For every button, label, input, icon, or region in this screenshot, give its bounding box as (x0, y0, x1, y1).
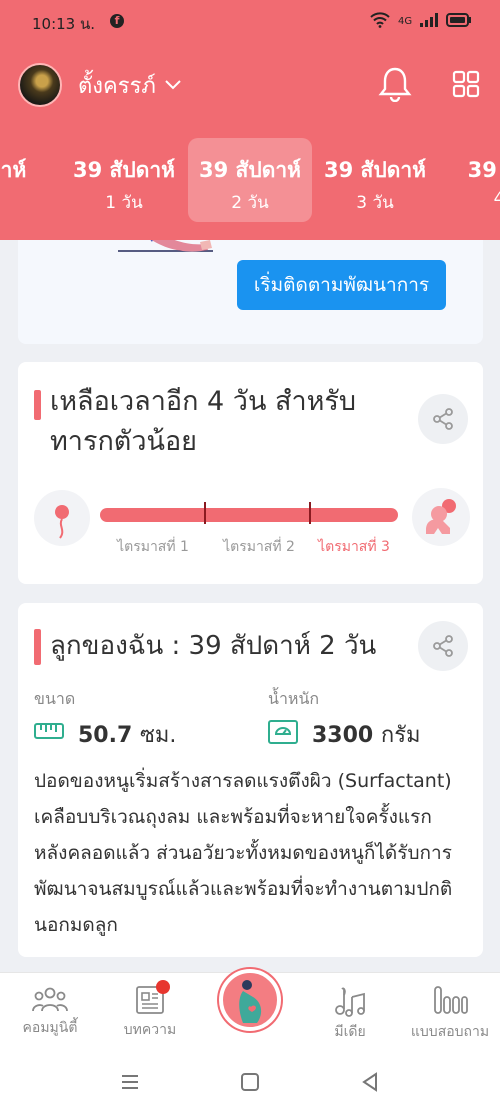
battery-icon (446, 13, 471, 27)
pregnancy-progress-bar (100, 508, 398, 522)
development-card: เริ่มติดตามพัฒนาการ (18, 226, 483, 344)
week-selector[interactable]: ปดาห์ 39 สัปดาห์ 1 วัน 39 สัปดาห์ 2 วัน … (0, 138, 500, 222)
weight-label: น้ำหนัก (268, 689, 320, 708)
development-description: ปอดของหนูเริ่มสร้างสารลดแรงตึงผิว (Surfa… (34, 770, 453, 936)
weight-scale-icon (268, 720, 298, 744)
user-switcher[interactable]: ตั้งครรภ์ (18, 62, 182, 108)
share-icon (433, 408, 453, 430)
baby-info-card: ลูกของฉัน : 39 สัปดาห์ 2 วัน ขนาด 50.7 ซ… (18, 603, 483, 957)
week-tab-day: 1 วัน (105, 193, 143, 213)
share-button[interactable] (418, 394, 468, 444)
volte-icon: 4G (398, 16, 412, 27)
week-tab-label: 39 สัปดาห์ (324, 158, 426, 182)
week-tab-label: 39 สัป (467, 158, 500, 182)
svg-text:4G: 4G (398, 16, 412, 27)
trimester-divider (204, 502, 206, 524)
status-time: 10:13 น. (32, 15, 96, 33)
ruler-icon (34, 723, 64, 739)
weight-number: 3300 (312, 723, 374, 748)
wifi-icon (370, 12, 390, 28)
signal-icon (420, 13, 438, 27)
nav-community-label: คอมมูนิตี้ (22, 1020, 78, 1036)
app-header: 10:13 น. f 4G ตั้งครรภ์ ปดาห์ 39 สัปดาห์… (0, 0, 500, 240)
countdown-card: เหลือเวลาอีก 4 วัน สำหรับทารกตัวน้อย ไตร… (18, 362, 483, 584)
chevron-down-icon[interactable] (164, 79, 182, 91)
share-icon (433, 635, 453, 657)
week-tab-label: 39 สัปดาห์ (73, 158, 175, 182)
pregnant-belly-icon (239, 980, 262, 1023)
weight-unit: กรัม (380, 723, 421, 748)
nav-media[interactable]: มีเดีย (300, 985, 400, 1043)
start-tracking-button[interactable]: เริ่มติดตามพัฒนาการ (237, 260, 446, 310)
nav-quiz-label: แบบสอบถาม (410, 1024, 490, 1040)
week-tab[interactable]: ปดาห์ (0, 138, 62, 222)
back-icon[interactable] (360, 1072, 380, 1092)
sperm-egg-icon (34, 490, 90, 546)
size-unit: ซม. (139, 723, 177, 748)
size-value: 50.7 ซม. (78, 717, 176, 752)
week-tab[interactable]: 39 สัป 4 (437, 138, 500, 222)
trimester-3-label: ไตรมาสที่ 3 (318, 539, 390, 555)
week-tab[interactable]: 39 สัปดาห์ 1 วัน (62, 138, 186, 222)
baby-week-title: ลูกของฉัน : 39 สัปดาห์ 2 วัน (50, 631, 377, 661)
pregnancy-home-button[interactable] (219, 969, 281, 1031)
bottom-navigation: คอมมูนิตี้ บทความ มีเดีย แบบสอบถาม (0, 969, 500, 1054)
size-label: ขนาด (34, 689, 76, 708)
recent-apps-icon[interactable] (120, 1072, 140, 1092)
title-accent-bar (34, 629, 41, 665)
community-icon (32, 987, 68, 1012)
nav-quiz[interactable]: แบบสอบถาม (400, 985, 500, 1043)
share-button[interactable] (418, 621, 468, 671)
trimester-1-label: ไตรมาสที่ 1 (117, 539, 189, 555)
username[interactable]: ตั้งครรภ์ (78, 68, 156, 103)
week-tab-label: 39 สัปดาห์ (199, 158, 301, 182)
nav-community[interactable]: คอมมูนิตี้ (0, 985, 100, 1039)
week-tab-label: ปดาห์ (0, 158, 27, 182)
status-icons: 4G (370, 12, 472, 28)
status-bar: 10:13 น. f 4G (0, 0, 500, 44)
week-tab-selected[interactable]: 39 สัปดาห์ 2 วัน (188, 138, 312, 222)
nav-articles[interactable]: บทความ (100, 980, 200, 1041)
weight-value: 3300 กรัม (312, 717, 421, 752)
trimester-divider (309, 502, 311, 524)
facebook-notification-icon: f (110, 14, 124, 28)
bell-icon[interactable] (378, 66, 412, 102)
system-navigation-bar (0, 1054, 500, 1111)
week-tab-day: 2 วัน (231, 193, 269, 213)
quiz-icon (434, 986, 468, 1014)
size-number: 50.7 (78, 723, 133, 748)
week-tab[interactable]: 39 สัปดาห์ 3 วัน (313, 138, 437, 222)
nav-media-label: มีเดีย (334, 1024, 366, 1040)
music-icon (335, 987, 365, 1017)
countdown-title: เหลือเวลาอีก 4 วัน สำหรับทารกตัวน้อย (50, 386, 357, 457)
title-accent-bar (34, 390, 41, 420)
grid-menu-icon[interactable] (452, 70, 480, 98)
week-tab-day: 4 (493, 189, 500, 209)
week-tab-day: 3 วัน (356, 193, 394, 213)
home-icon[interactable] (240, 1072, 260, 1092)
baby-crawling-icon (412, 488, 470, 546)
notification-badge (156, 980, 170, 994)
trimester-2-label: ไตรมาสที่ 2 (223, 539, 295, 555)
nav-articles-label: บทความ (123, 1022, 177, 1038)
avatar[interactable] (18, 63, 62, 107)
